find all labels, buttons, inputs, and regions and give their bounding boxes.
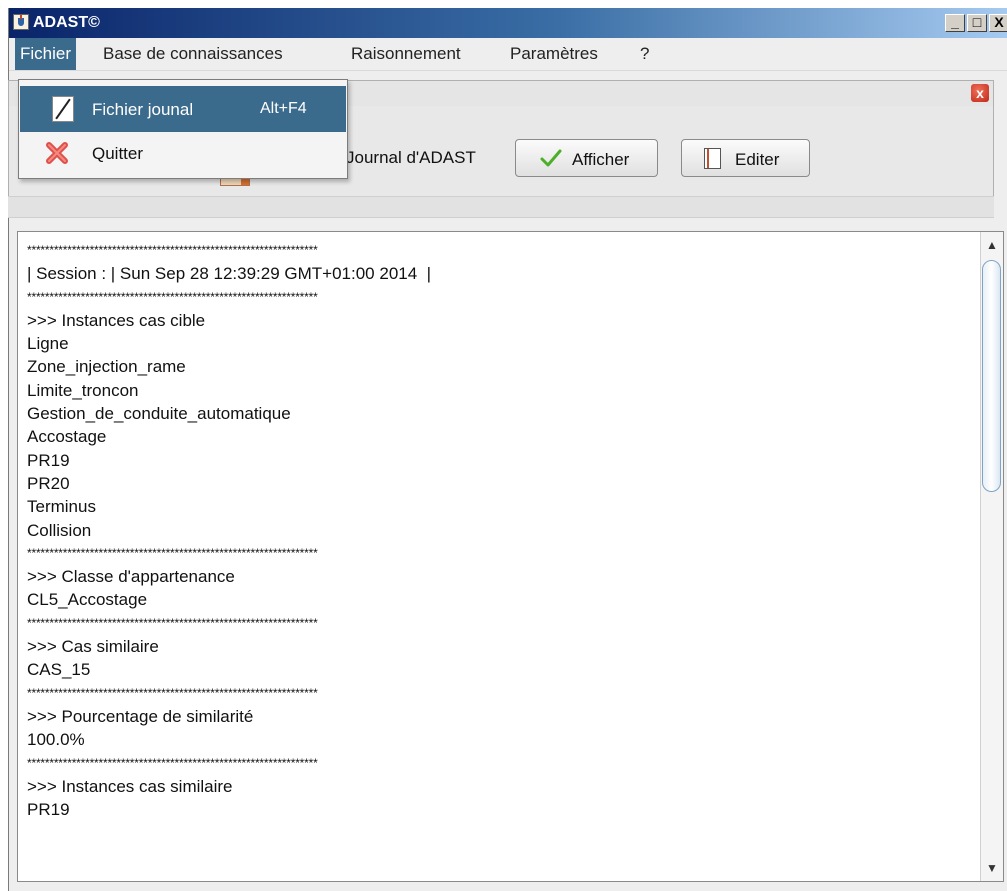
separator-line: ****************************************… (27, 755, 318, 770)
menu-item-label: Quitter (92, 144, 144, 163)
log-line: 100.0% (27, 730, 85, 750)
scroll-down-arrow-icon[interactable]: ▼ (981, 857, 1003, 879)
journal-label: Journal d'ADAST (346, 148, 476, 167)
separator-line: ****************************************… (27, 685, 318, 700)
journal-text-area[interactable]: ****************************************… (17, 231, 1004, 882)
log-line: >>> Instances cas cible (27, 310, 206, 330)
menu-help[interactable]: ? (635, 38, 654, 70)
journal-content: ****************************************… (27, 239, 431, 821)
log-line: Zone_injection_rame (27, 357, 186, 377)
afficher-label: Afficher (572, 150, 630, 169)
window-title: ADAST© (33, 14, 100, 31)
red-x-icon (46, 142, 68, 164)
log-line: PR19 (27, 450, 70, 470)
pencil-icon (52, 96, 74, 122)
log-line: CAS_15 (27, 660, 91, 680)
log-line: PR20 (27, 473, 70, 493)
log-line: Limite_troncon (27, 380, 139, 400)
title-bar[interactable]: ADAST© _ □ X (9, 8, 1007, 38)
separator-line: ****************************************… (27, 289, 318, 304)
menu-raisonnement[interactable]: Raisonnement (346, 38, 466, 70)
menu-base-de-connaissances[interactable]: Base de connaissances (98, 38, 288, 70)
log-line: >>> Classe d'appartenance (27, 567, 235, 587)
log-line: >>> Instances cas similaire (27, 776, 233, 796)
menu-parametres[interactable]: Paramètres (505, 38, 603, 70)
menu-fichier[interactable]: Fichier (15, 38, 77, 70)
menu-item-accelerator: Alt+F4 (260, 100, 307, 117)
log-line: | Session : | Sun Sep 28 12:39:29 GMT+01… (27, 264, 432, 284)
checkmark-icon (540, 149, 562, 167)
editer-label: Editer (735, 150, 780, 169)
log-line: Collision (27, 520, 92, 540)
separator-line: ****************************************… (27, 243, 318, 257)
internal-frame-close-button[interactable]: x (971, 84, 989, 102)
close-button[interactable]: X (989, 14, 1007, 32)
log-line: CL5_Accostage (27, 590, 148, 610)
toolbar-separator (8, 196, 994, 218)
log-line: >>> Pourcentage de similarité (27, 706, 254, 726)
java-icon (13, 14, 29, 30)
menu-item-fichier-journal[interactable]: Fichier jounal Alt+F4 (20, 86, 346, 132)
vertical-scrollbar[interactable]: ▲ ▼ (980, 232, 1003, 881)
menu-item-quitter[interactable]: Quitter (20, 134, 346, 180)
separator-line: ****************************************… (27, 615, 318, 630)
fichier-dropdown-menu: Fichier jounal Alt+F4 Quitter (18, 79, 348, 179)
separator-line: ****************************************… (27, 545, 318, 560)
log-line: PR19 (27, 800, 70, 820)
maximize-button[interactable]: □ (967, 14, 987, 32)
log-line: Ligne (27, 334, 69, 354)
scroll-up-arrow-icon[interactable]: ▲ (981, 234, 1003, 256)
document-icon (704, 148, 721, 169)
minimize-button[interactable]: _ (945, 14, 965, 32)
scrollbar-thumb[interactable] (982, 260, 1001, 492)
log-line: Gestion_de_conduite_automatique (27, 404, 291, 424)
log-line: Terminus (27, 497, 96, 517)
afficher-button[interactable]: Afficher (515, 139, 658, 177)
editer-button[interactable]: Editer (681, 139, 810, 177)
menu-bar: Fichier Base de connaissances Raisonneme… (9, 38, 1007, 71)
log-line: Accostage (27, 427, 107, 447)
log-line: >>> Cas similaire (27, 637, 159, 657)
menu-item-label: Fichier jounal (92, 100, 194, 119)
